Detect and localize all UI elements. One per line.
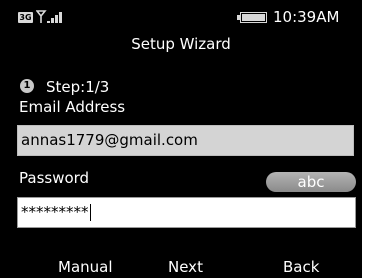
email-field[interactable]: annas1779@gmail.com: [17, 125, 354, 156]
status-bar: 3G 10:39AM: [0, 0, 362, 30]
step-number-icon: 1: [20, 79, 34, 93]
signal-bars-icon: [36, 10, 62, 23]
status-time: 10:39AM: [273, 8, 340, 26]
email-value: annas1779@gmail.com: [21, 131, 198, 149]
back-softkey[interactable]: Back: [283, 256, 319, 278]
text-caret: [89, 204, 91, 221]
next-softkey[interactable]: Next: [168, 256, 203, 278]
battery-icon: [237, 12, 267, 23]
page-title: Setup Wizard: [131, 35, 231, 53]
step-label: Step:1/3: [46, 78, 110, 96]
password-field[interactable]: *********: [17, 197, 356, 228]
password-value: *********: [21, 203, 89, 221]
network-type-badge: 3G: [18, 12, 33, 23]
email-label: Email Address: [19, 98, 126, 116]
password-label: Password: [19, 169, 90, 187]
input-mode-toggle[interactable]: abc: [266, 172, 356, 192]
setup-wizard-screen: 3G 10:39AM Setup Wizard 1 Step:1/3 Email…: [0, 0, 362, 278]
manual-softkey[interactable]: Manual: [58, 256, 113, 278]
